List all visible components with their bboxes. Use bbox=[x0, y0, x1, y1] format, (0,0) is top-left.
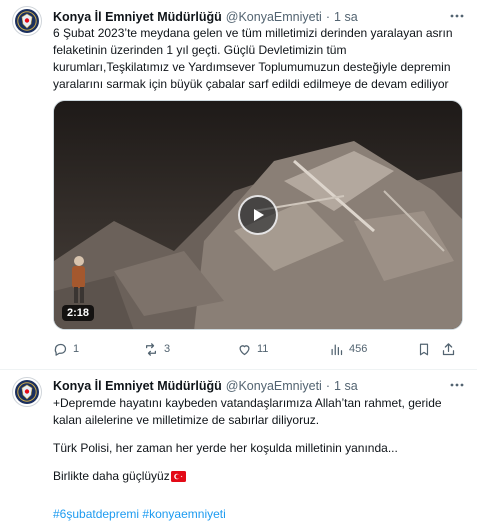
retweet-button[interactable]: 3 bbox=[143, 342, 237, 357]
hashtags: #6şubatdepremi #konyaemniyeti bbox=[53, 507, 226, 521]
like-icon bbox=[239, 344, 250, 355]
timestamp[interactable]: 1 sa bbox=[334, 10, 358, 24]
play-button[interactable] bbox=[238, 195, 278, 235]
tweet-text: +Depremde hayatını kaybeden vatandaşları… bbox=[53, 395, 465, 485]
avatar[interactable] bbox=[12, 6, 42, 36]
like-count: 11 bbox=[257, 343, 269, 355]
author-name[interactable]: Konya İl Emniyet Müdürlüğü bbox=[53, 379, 222, 393]
views-icon bbox=[331, 344, 343, 355]
tweet-1[interactable]: Konya İl Emniyet Müdürlüğü @KonyaEmniyet… bbox=[0, 0, 477, 370]
avatar[interactable] bbox=[12, 377, 42, 407]
police-badge-icon bbox=[15, 380, 39, 404]
tweet-paragraph: +Depremde hayatını kaybeden vatandaşları… bbox=[53, 396, 442, 427]
like-button[interactable]: 11 bbox=[237, 342, 329, 357]
retweet-icon bbox=[146, 342, 156, 356]
views-count: 456 bbox=[349, 343, 368, 355]
tweet-paragraph-text: Birlikte daha güçlüyüz bbox=[53, 469, 170, 483]
play-icon bbox=[254, 209, 264, 221]
hashtag-link[interactable]: #konyaemniyeti bbox=[142, 507, 225, 521]
share-button[interactable] bbox=[441, 342, 459, 357]
author-name[interactable]: Konya İl Emniyet Müdürlüğü bbox=[53, 10, 222, 24]
turkish-flag-icon bbox=[170, 471, 186, 482]
tweet-header: Konya İl Emniyet Müdürlüğü @KonyaEmniyet… bbox=[53, 8, 465, 26]
tweet-paragraph: Türk Polisi, her zaman her yerde her koş… bbox=[53, 441, 398, 455]
reply-icon bbox=[54, 343, 67, 356]
tweet-text: 6 Şubat 2023’te meydana gelen ve tüm mil… bbox=[53, 26, 453, 91]
video-duration: 2:18 bbox=[62, 305, 95, 321]
more-icon[interactable] bbox=[449, 377, 465, 396]
share-icon bbox=[442, 342, 455, 355]
views-button[interactable]: 456 bbox=[329, 342, 417, 357]
separator-dot: · bbox=[325, 10, 331, 24]
author-handle[interactable]: @KonyaEmniyeti bbox=[226, 10, 322, 24]
retweet-count: 3 bbox=[164, 343, 171, 355]
police-badge-icon bbox=[15, 9, 39, 33]
tweet-paragraph: Birlikte daha güçlüyüz bbox=[53, 468, 465, 485]
video-player[interactable]: 2:18 bbox=[53, 100, 463, 330]
separator-dot: · bbox=[325, 379, 331, 393]
author-handle[interactable]: @KonyaEmniyeti bbox=[226, 379, 322, 393]
bookmark-button[interactable] bbox=[417, 342, 441, 357]
hashtag-link[interactable]: #6şubatdepremi bbox=[53, 507, 139, 521]
reply-button[interactable]: 1 bbox=[53, 342, 143, 357]
timestamp[interactable]: 1 sa bbox=[334, 379, 358, 393]
tweet-header: Konya İl Emniyet Müdürlüğü @KonyaEmniyet… bbox=[53, 377, 465, 395]
tweet-actions: 1 3 11 456 bbox=[53, 340, 463, 358]
reply-count: 1 bbox=[73, 343, 80, 355]
tweet-2[interactable]: Konya İl Emniyet Müdürlüğü @KonyaEmniyet… bbox=[0, 370, 477, 527]
bookmark-icon bbox=[419, 343, 429, 355]
